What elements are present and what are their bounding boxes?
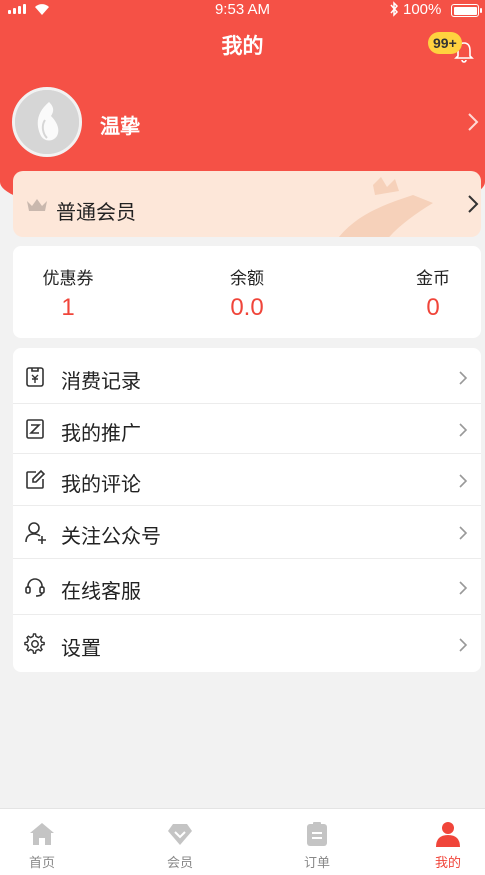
tab-orders[interactable]: 订单 xyxy=(287,809,347,875)
menu-label: 关注公众号 xyxy=(61,524,161,548)
status-bar: 9:53 AM 100% xyxy=(0,0,485,22)
stat-value: 1 xyxy=(61,294,75,321)
bluetooth-icon xyxy=(390,1,399,17)
stat-label: 优惠券 xyxy=(42,269,94,289)
stat-value: 0.0 xyxy=(230,294,264,321)
chevron-right-icon xyxy=(459,638,468,652)
diamond-icon xyxy=(168,824,192,845)
stats-card: 优惠券 1 余额 0.0 金币 0 xyxy=(13,246,481,338)
chevron-right-icon xyxy=(459,423,468,437)
home-icon xyxy=(30,823,54,845)
stat-label: 金币 xyxy=(416,269,450,289)
tab-label: 会员 xyxy=(166,856,193,871)
membership-level: 普通会员 xyxy=(56,200,136,224)
tab-membership[interactable]: 会员 xyxy=(150,809,210,875)
crown-watermark-icon xyxy=(338,177,433,237)
tab-mine[interactable]: 我的 xyxy=(418,809,478,875)
menu-item-online-support[interactable]: 在线客服 xyxy=(13,559,481,615)
page-title: 我的 xyxy=(221,34,264,58)
avatar-placeholder-icon xyxy=(15,90,79,154)
notification-badge[interactable]: 99+ xyxy=(428,32,462,54)
membership-card[interactable]: 普通会员 xyxy=(13,171,481,237)
chevron-right-icon xyxy=(468,195,479,213)
crown-icon xyxy=(27,199,47,211)
clipboard-icon xyxy=(307,822,327,846)
menu-label: 我的推广 xyxy=(61,421,141,445)
tab-label: 首页 xyxy=(28,856,55,871)
menu-item-my-promotion[interactable]: 我的推广 xyxy=(13,404,481,454)
menu-item-my-reviews[interactable]: 我的评论 xyxy=(13,454,481,506)
menu-item-follow-official-account[interactable]: 关注公众号 xyxy=(13,506,481,559)
menu-label: 在线客服 xyxy=(61,579,141,603)
username[interactable]: 温挚 xyxy=(100,110,140,139)
chevron-right-icon xyxy=(459,526,468,540)
menu-label: 我的评论 xyxy=(61,472,141,496)
tab-label: 我的 xyxy=(434,856,461,871)
tab-home[interactable]: 首页 xyxy=(12,809,72,875)
menu-item-consumption-records[interactable]: 消费记录 xyxy=(13,348,481,404)
menu-label: 消费记录 xyxy=(61,369,141,393)
promotion-icon xyxy=(26,419,44,439)
gear-icon xyxy=(24,633,45,654)
chevron-right-icon xyxy=(459,371,468,385)
menu-item-settings[interactable]: 设置 xyxy=(13,615,481,672)
avatar[interactable] xyxy=(12,87,82,157)
tab-label: 订单 xyxy=(303,856,330,871)
bottom-tab-bar: 首页 会员 订单 我的 xyxy=(0,808,485,875)
chevron-right-icon[interactable] xyxy=(467,112,479,132)
battery-icon xyxy=(451,4,482,17)
receipt-icon xyxy=(26,367,44,387)
user-add-icon xyxy=(25,522,46,544)
stat-label: 余额 xyxy=(230,269,264,289)
person-icon xyxy=(436,822,460,847)
stat-value: 0 xyxy=(426,294,440,321)
chevron-right-icon xyxy=(459,474,468,488)
chevron-right-icon xyxy=(459,581,468,595)
edit-icon xyxy=(26,469,46,489)
battery-percent: 100% xyxy=(403,1,442,18)
menu-label: 设置 xyxy=(61,636,101,660)
menu-list: 消费记录 我的推广 我的评论 关注公众号 在线客服 设置 xyxy=(13,348,481,672)
headset-icon xyxy=(25,578,45,597)
